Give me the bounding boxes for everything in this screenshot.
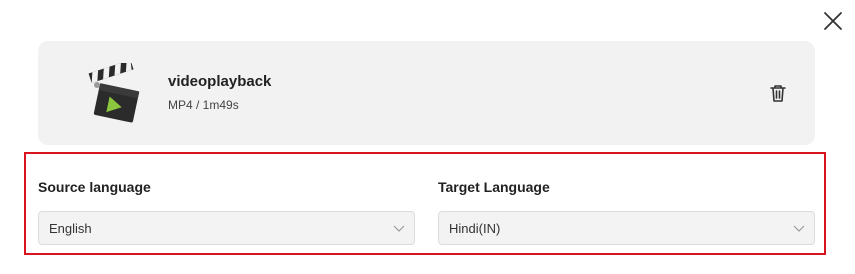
source-language-select[interactable]: English bbox=[38, 211, 415, 245]
source-language-value: English bbox=[49, 221, 92, 236]
file-name: videoplayback bbox=[168, 73, 272, 90]
close-icon[interactable] bbox=[822, 10, 844, 32]
chevron-down-icon bbox=[793, 225, 805, 232]
source-language-label: Source language bbox=[38, 179, 151, 195]
target-language-select[interactable]: Hindi(IN) bbox=[438, 211, 815, 245]
target-language-label: Target Language bbox=[438, 179, 550, 195]
file-card: videoplayback MP4 / 1m49s bbox=[38, 41, 815, 145]
chevron-down-icon bbox=[393, 225, 405, 232]
target-language-value: Hindi(IN) bbox=[449, 221, 501, 236]
trash-icon[interactable] bbox=[768, 83, 788, 103]
language-settings-panel: Source language English Target Language … bbox=[24, 152, 826, 255]
file-meta: MP4 / 1m49s bbox=[168, 98, 239, 112]
clapperboard-icon bbox=[88, 63, 140, 123]
